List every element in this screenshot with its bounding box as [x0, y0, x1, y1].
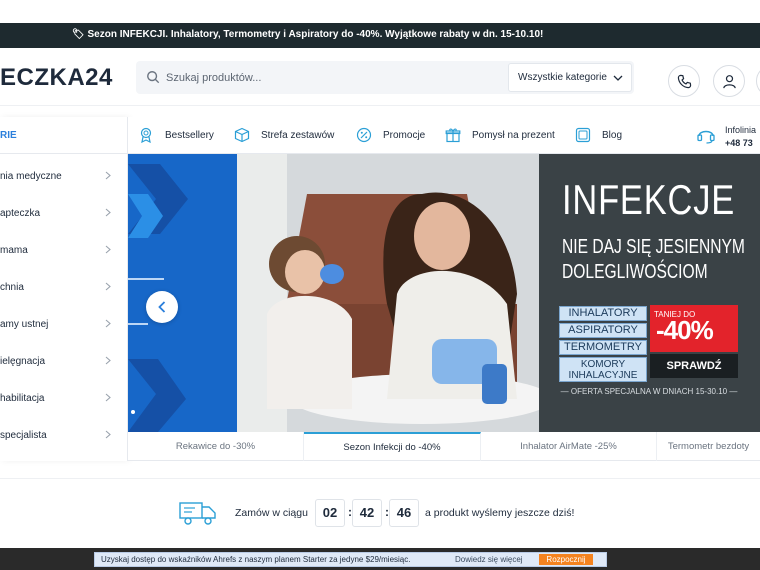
chevron-right-icon	[105, 171, 111, 180]
banner-pattern	[128, 164, 188, 432]
ahrefs-notification-bar: Uzyskaj dostęp do wskaźników Ahrefs z na…	[94, 552, 607, 567]
search-bar: Wszystkie kategorie	[136, 61, 634, 94]
chevron-right-icon	[105, 245, 111, 254]
sidebar-item[interactable]: chnia	[0, 269, 128, 305]
sidebar-heading: RIE	[0, 117, 128, 154]
category-sidebar: RIE nia medyczne apteczka mama chnia amy…	[0, 117, 128, 461]
chevron-right-icon	[105, 430, 111, 439]
promo-topbar[interactable]: 🏷 Sezon INFEKCJI. Inhalatory, Termometry…	[0, 23, 760, 48]
chevron-down-icon	[613, 75, 623, 81]
banner-offer-text: — OFERTA SPECJALNA W DNIACH 15-30.10 —	[560, 387, 738, 396]
slider-prev-button[interactable]	[146, 291, 178, 323]
discount-badge: TANIEJ DO -40%	[650, 305, 738, 352]
sidebar-item[interactable]: ielęgnacja	[0, 343, 128, 379]
cart-button[interactable]	[756, 65, 760, 97]
ahrefs-start-button[interactable]: Rozpocznij	[539, 554, 593, 565]
chevron-right-icon	[105, 282, 111, 291]
percent-icon	[356, 127, 372, 143]
delivery-text: a produkt wyślemy jeszcze dziś!	[425, 507, 575, 519]
site-header: ECZKA24 Wszystkie kategorie	[0, 48, 760, 106]
tab-termometr[interactable]: Termometr bezdoty	[657, 432, 760, 461]
banner-product-tag: TERMOMETRY	[559, 340, 647, 355]
site-logo[interactable]: ECZKA24	[0, 64, 113, 92]
banner-photo	[237, 154, 540, 432]
tab-inhalator-airmate[interactable]: Inhalator AirMate -25%	[481, 432, 657, 461]
ahrefs-learn-more-link[interactable]: Dowiedz się więcej	[455, 555, 523, 564]
countdown-minutes: 42	[352, 499, 382, 527]
banner-blue-panel	[128, 154, 238, 432]
countdown-seconds: 46	[389, 499, 419, 527]
ahrefs-message: Uzyskaj dostęp do wskaźników Ahrefs z na…	[101, 555, 411, 564]
chevron-right-icon	[105, 356, 111, 365]
banner-tabs: Rekawice do -30% Sezon Infekcji do -40% …	[128, 432, 760, 461]
chevron-right-icon	[105, 208, 111, 217]
sidebar-item[interactable]: specjalista	[0, 417, 128, 453]
chevron-right-icon	[105, 393, 111, 402]
countdown-hours: 02	[315, 499, 345, 527]
banner-product-tag: ASPIRATORY	[559, 323, 647, 338]
gift-icon	[445, 128, 461, 143]
box-icon	[234, 127, 250, 143]
sidebar-item[interactable]: nia medyczne	[0, 158, 128, 194]
page: 🏷 Sezon INFEKCJI. Inhalatory, Termometry…	[0, 0, 760, 570]
main-nav: Bestsellery Strefa zestawów Promocje Pom…	[128, 117, 760, 154]
category-select-label: Wszystkie kategorie	[518, 72, 607, 83]
banner-product-tag: INHALATORY	[559, 306, 647, 321]
account-button[interactable]	[713, 65, 745, 97]
headset-icon	[697, 130, 715, 144]
banner-subtitle: DOLEGLIWOŚCIOM	[562, 261, 708, 283]
chevron-right-icon	[105, 319, 111, 328]
banner-subtitle: NIE DAJ SIĘ JESIENNYM	[562, 236, 745, 258]
sidebar-item[interactable]: apteczka	[0, 195, 128, 231]
sidebar-item[interactable]: habilitacja	[0, 380, 128, 416]
chevron-left-icon	[158, 301, 166, 313]
search-input[interactable]	[166, 68, 496, 88]
phone-button[interactable]	[668, 65, 700, 97]
banner-photo-illustration	[237, 154, 540, 432]
tab-rekawice[interactable]: Rekawice do -30%	[128, 432, 304, 461]
hero-banner[interactable]: INFEKCJE NIE DAJ SIĘ JESIENNYM DOLEGLIWO…	[128, 154, 760, 432]
delivery-text: Zamów w ciągu	[235, 507, 308, 519]
award-icon	[140, 127, 152, 143]
banner-cta-button[interactable]: SPRAWDŹ	[650, 354, 738, 378]
category-select[interactable]: Wszystkie kategorie	[508, 63, 632, 92]
phone-icon	[677, 74, 692, 89]
blog-icon	[575, 127, 591, 143]
delivery-countdown: Zamów w ciągu 02 : 42 : 46 a produkt wyś…	[0, 478, 760, 548]
infolinia-label: Infolinia	[725, 125, 757, 135]
sidebar-item[interactable]: mama	[0, 232, 128, 268]
truck-icon	[179, 502, 216, 525]
search-icon[interactable]	[146, 70, 160, 84]
banner-title: INFEKCJE	[562, 176, 736, 223]
infolinia-phone: +48 73	[725, 138, 753, 148]
banner-text-panel: INFEKCJE NIE DAJ SIĘ JESIENNYM DOLEGLIWO…	[539, 154, 760, 432]
user-icon	[723, 75, 736, 89]
sidebar-item[interactable]: amy ustnej	[0, 306, 128, 342]
banner-product-tag: KOMORY INHALACYJNE	[559, 357, 647, 382]
promo-topbar-text: 🏷 Sezon INFEKCJI. Inhalatory, Termometry…	[72, 29, 544, 40]
tab-sezon-infekcji[interactable]: Sezon Infekcji do -40%	[304, 432, 481, 461]
